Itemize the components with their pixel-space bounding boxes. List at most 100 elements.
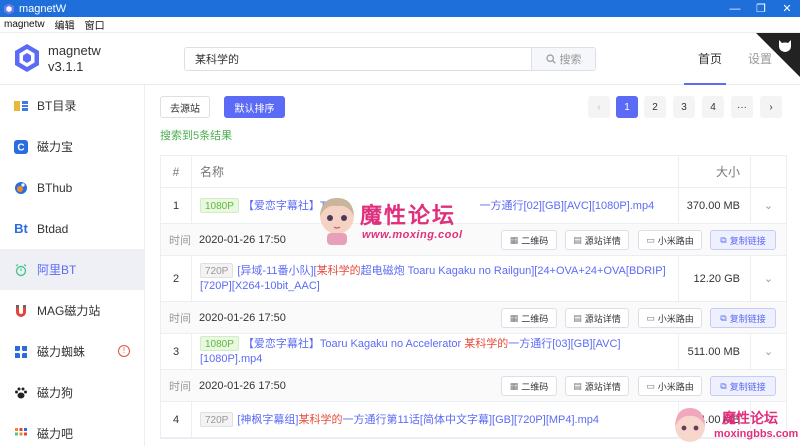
search-button[interactable]: 搜索 <box>531 48 595 70</box>
source-detail-button[interactable]: ▤ 源站详情 <box>565 308 629 328</box>
time-label: 时间 <box>169 312 191 325</box>
source-detail-button[interactable]: ▤ 源站详情 <box>565 230 629 250</box>
pager-page-3[interactable]: 3 <box>673 96 695 118</box>
copy-link-button[interactable]: ⧉ 复制链接 <box>710 376 776 396</box>
table-row[interactable]: 2 720P [异域-11番小队][某科学的超电磁炮 Toaru Kagaku n… <box>161 256 786 302</box>
router-icon: ▭ <box>646 234 655 245</box>
copy-link-button[interactable]: ⧉ 复制链接 <box>710 230 776 250</box>
sidebar-item-label: Btdad <box>37 221 69 236</box>
default-sort-button[interactable]: 默认排序 <box>224 96 285 118</box>
row-name[interactable]: 1080P 【爱恋字幕社】Toaru Kagaku no Accelerator … <box>191 334 678 369</box>
app-header: magnetw v3.1.1 搜索 首页 设置 <box>0 33 800 85</box>
xiaomi-router-button[interactable]: ▭ 小米路由 <box>638 230 702 250</box>
row-index: 4 <box>172 413 180 426</box>
expand-chevron-icon[interactable]: ⌄ <box>750 256 786 301</box>
quality-tag: 1080P <box>200 197 239 213</box>
xiaomi-router-button[interactable]: ▭ 小米路由 <box>638 308 702 328</box>
xiaomi-label: 小米路由 <box>657 313 694 324</box>
sidebar-item-bt-catalog[interactable]: BT目录 <box>0 85 144 126</box>
sidebar-item-cilibao[interactable]: C 磁力宝 <box>0 126 144 167</box>
copy-label: 复制链接 <box>729 313 766 324</box>
paw-icon <box>14 386 28 400</box>
sidebar-item-mag[interactable]: MAG磁力站 <box>0 290 144 331</box>
sidebar-item-dog[interactable]: 磁力狗 <box>0 372 144 413</box>
globe-icon <box>14 181 28 195</box>
watermark-title: 魔性论坛 <box>360 203 457 228</box>
bt-letters-icon: Bt <box>14 221 28 236</box>
pager-more[interactable]: ··· <box>731 96 753 118</box>
row-name[interactable]: 720P [异域-11番小队][某科学的超电磁炮 Toaru Kagaku no … <box>191 256 678 301</box>
github-octocat-icon <box>779 40 791 52</box>
name-highlight[interactable]: 某科学的 <box>298 414 342 426</box>
sidebar-item-btdad[interactable]: Bt Btdad <box>0 208 144 249</box>
pager-page-2[interactable]: 2 <box>644 96 666 118</box>
maximize-button[interactable]: ❐ <box>748 0 774 17</box>
qrcode-icon: ▦ <box>509 312 519 323</box>
row-name[interactable]: 720P [神枫字幕组]某科学的一方通行第11话[简体中文字幕][GB][720P… <box>191 402 678 437</box>
menu-item-magnetw[interactable]: magnetw <box>4 19 45 30</box>
alarm-icon <box>14 263 28 277</box>
expand-chevron-icon[interactable]: ⌄ <box>750 334 786 369</box>
sidebar-item-label: 阿里BT <box>37 263 77 277</box>
name-part[interactable]: [异域-11番小队][ <box>237 265 316 277</box>
header-size[interactable]: 大小 <box>678 156 750 187</box>
quality-tag: 720P <box>200 263 234 278</box>
pager-page-4[interactable]: 4 <box>702 96 724 118</box>
name-highlight[interactable]: 某科学的 <box>317 265 361 277</box>
qrcode-button[interactable]: ▦ 二维码 <box>501 376 557 396</box>
app-version: v3.1.1 <box>48 59 84 74</box>
anime-girl-icon <box>320 198 354 245</box>
pager-page-1[interactable]: 1 <box>616 96 638 118</box>
qrcode-icon: ▦ <box>509 380 519 391</box>
close-button[interactable]: ✕ <box>774 0 800 17</box>
name-part[interactable]: 一方通行[02][GB][AVC][1080P].mp4 <box>480 200 655 212</box>
qrcode-label: 二维码 <box>521 313 549 324</box>
header-index: # <box>172 164 180 179</box>
pager-next-button[interactable]: › <box>760 96 782 118</box>
menu-item-edit[interactable]: 编辑 <box>55 17 75 32</box>
search-icon <box>545 54 556 64</box>
name-part[interactable]: 一方通行第11话[简体中文字幕][GB][720P][MP4].mp4 <box>342 414 599 426</box>
copy-label: 复制链接 <box>729 235 766 246</box>
menu-item-window[interactable]: 窗口 <box>85 17 105 32</box>
watermark-url: www.moxing.cool <box>362 229 463 241</box>
nav-home[interactable]: 首页 <box>698 50 722 67</box>
row-index: 3 <box>172 345 180 358</box>
window-title-bar: magnetW — ❐ ✕ <box>0 0 800 17</box>
qrcode-button[interactable]: ▦ 二维码 <box>501 308 557 328</box>
quality-tag: 720P <box>200 411 234 427</box>
copy-link-button[interactable]: ⧉ 复制链接 <box>710 308 776 328</box>
qrcode-button[interactable]: ▦ 二维码 <box>501 230 557 250</box>
magnet-icon <box>14 304 28 318</box>
name-highlight[interactable]: 某科学的 <box>464 338 508 350</box>
row-details: 时间 2020-01-26 17:50 ▦ 二维码 ▤ 源站详情 ▭ 小米路由 ⧉ 复制… <box>161 370 786 402</box>
search-box: 搜索 <box>184 47 596 71</box>
search-input[interactable] <box>185 48 531 70</box>
source-detail-label: 源站详情 <box>584 381 621 392</box>
document-icon: ▤ <box>573 234 582 245</box>
router-icon: ▭ <box>646 380 655 391</box>
time-label: 时间 <box>169 234 191 247</box>
minimize-button[interactable]: — <box>722 0 748 17</box>
source-detail-label: 源站详情 <box>584 313 621 324</box>
sidebar-item-spider[interactable]: 磁力蜘蛛 ! <box>0 331 144 372</box>
copy-icon: ⧉ <box>720 380 727 391</box>
sidebar-item-label: BThub <box>37 180 73 195</box>
name-part[interactable]: [神枫字幕组] <box>237 414 298 426</box>
pager-prev-button[interactable]: ‹ <box>588 96 610 118</box>
expand-chevron-icon[interactable]: ⌄ <box>750 188 786 223</box>
name-part[interactable]: 【爱恋字幕社】Toaru Kagaku no Accelerator <box>243 338 464 350</box>
row-size: 12.20 GB <box>678 256 750 301</box>
header-name[interactable]: 名称 <box>191 156 678 187</box>
row-index: 2 <box>172 272 180 285</box>
xiaomi-router-button[interactable]: ▭ 小米路由 <box>638 376 702 396</box>
window-title: magnetW <box>19 2 67 15</box>
sidebar-item-bthub[interactable]: BThub <box>0 167 144 208</box>
sidebar-item-alibt[interactable]: 阿里BT <box>0 249 144 290</box>
table-row[interactable]: 3 1080P 【爱恋字幕社】Toaru Kagaku no Accelerato… <box>161 334 786 370</box>
source-detail-button[interactable]: ▤ 源站详情 <box>565 376 629 396</box>
sidebar-item-ba[interactable]: 磁力吧 <box>0 413 144 446</box>
main-content: 去源站 默认排序 ‹ 1 2 3 4 ··· › 搜索到5条结果 # 名称 大小… <box>145 85 800 446</box>
xiaomi-label: 小米路由 <box>657 381 694 392</box>
go-source-button[interactable]: 去源站 <box>160 96 210 118</box>
